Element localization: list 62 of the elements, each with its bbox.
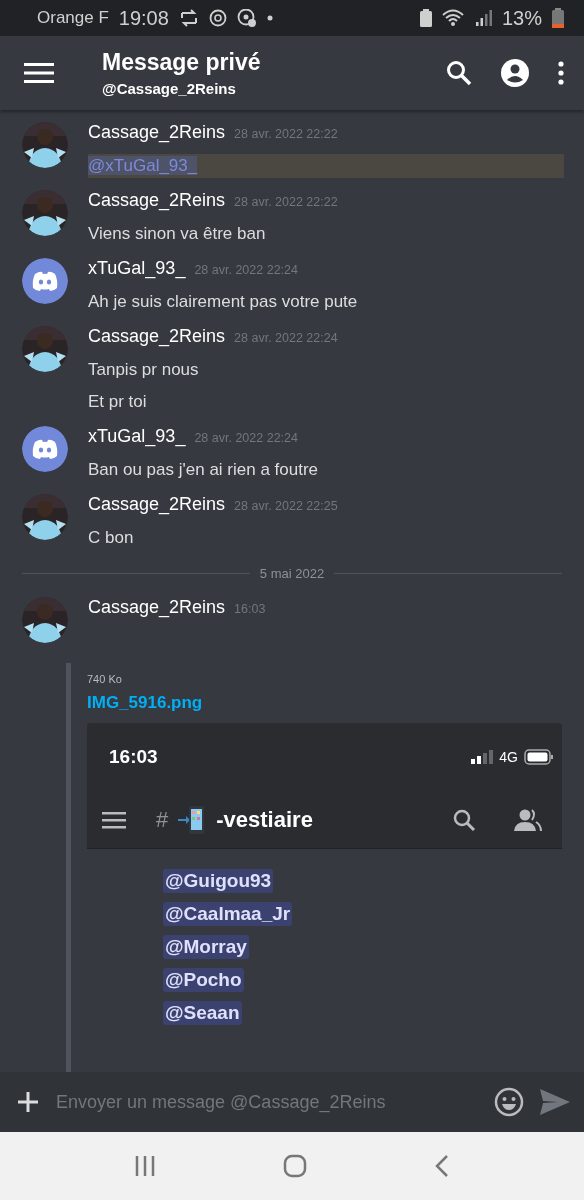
file-link[interactable]: IMG_5916.png — [87, 693, 203, 713]
timestamp: 28 avr. 2022 22:24 — [194, 263, 298, 277]
timestamp: 28 avr. 2022 22:25 — [234, 499, 338, 513]
wifi-icon — [441, 9, 466, 27]
home-icon[interactable] — [283, 1154, 307, 1178]
carrier-name: Orange F — [37, 8, 109, 28]
message-text: Ban ou pas j'en ai rien a foutre — [88, 459, 320, 481]
mention-link[interactable]: @Pocho — [163, 968, 244, 992]
timestamp: 28 avr. 2022 22:22 — [234, 195, 338, 209]
window-subtitle: @Cassage_2Reins — [102, 80, 237, 97]
timestamp: 28 avr. 2022 22:22 — [234, 127, 338, 141]
menu-icon[interactable] — [102, 810, 126, 829]
clock-time: 16:03 — [109, 746, 159, 768]
battery-saver-icon — [419, 9, 432, 27]
mention-link[interactable]: @Seaan — [163, 1001, 242, 1025]
sync-icon — [178, 9, 199, 27]
mention-link[interactable]: @Morray — [163, 935, 249, 959]
refresh-icon — [208, 9, 227, 27]
signal-icon — [471, 750, 494, 764]
mention-link[interactable]: @Guigou93 — [163, 869, 274, 893]
add-icon[interactable] — [16, 1090, 40, 1114]
discord-avatar-icon — [22, 258, 68, 304]
battery-icon — [524, 749, 554, 765]
author-name[interactable]: Cassage_2Reins — [88, 494, 226, 515]
channel-prefix: # — [156, 806, 169, 833]
mention-link[interactable]: @Caalmaa_Jr — [163, 902, 293, 926]
battery-icon — [552, 8, 564, 28]
message-text: Ah je suis clairement pas votre pute — [88, 291, 359, 313]
date-divider-label: 5 mai 2022 — [259, 566, 325, 581]
timestamp: 28 avr. 2022 22:24 — [194, 431, 298, 445]
more-icon[interactable] — [558, 61, 564, 85]
search-icon[interactable] — [446, 60, 472, 86]
clock-time: 19:08 — [118, 6, 169, 30]
message-text: Et pr toi — [88, 391, 148, 413]
back-icon[interactable] — [434, 1154, 451, 1178]
discord-avatar-icon — [22, 426, 68, 472]
timestamp: 28 avr. 2022 22:24 — [234, 331, 338, 345]
recent-apps-icon[interactable] — [133, 1155, 156, 1177]
author-name[interactable]: Cassage_2Reins — [88, 190, 226, 211]
author-name[interactable]: xTuGal_93_ — [88, 426, 186, 447]
timestamp: 16:03 — [234, 602, 266, 616]
message-text: C bon — [88, 527, 135, 549]
message-text: Viens sinon va être ban — [88, 223, 267, 245]
channel-name: -vestiaire — [216, 806, 314, 833]
members-icon[interactable] — [514, 807, 542, 832]
search-icon[interactable] — [452, 807, 476, 832]
send-icon[interactable] — [540, 1089, 570, 1115]
window-title: Message privé — [102, 49, 262, 76]
network-label: 4G — [499, 749, 518, 765]
author-name[interactable]: xTuGal_93_ — [88, 258, 186, 279]
menu-icon[interactable] — [24, 62, 54, 84]
file-size: 740 Ko — [87, 673, 123, 685]
author-name[interactable]: Cassage_2Reins — [88, 122, 226, 143]
author-name[interactable]: Cassage_2Reins — [88, 597, 226, 618]
author-name[interactable]: Cassage_2Reins — [88, 326, 226, 347]
battery-percent: 13% — [501, 6, 542, 30]
emoji-icon[interactable] — [494, 1087, 524, 1117]
signal-icon — [475, 10, 492, 26]
profile-icon[interactable] — [500, 58, 530, 88]
message-text: Tanpis pr nous — [88, 359, 200, 381]
dot-icon — [266, 15, 273, 21]
phone-arrow-icon — [178, 804, 207, 835]
